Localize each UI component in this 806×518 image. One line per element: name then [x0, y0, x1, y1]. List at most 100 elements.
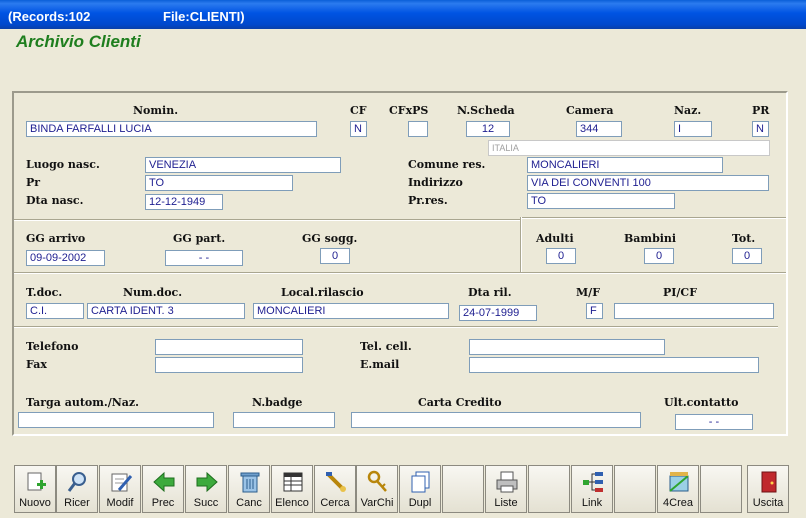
page-title: Archivio Clienti: [16, 32, 141, 51]
label-cf: CF: [350, 104, 367, 117]
find-icon: [326, 472, 346, 492]
create-icon: [669, 472, 689, 492]
pi-cf-field[interactable]: [614, 303, 774, 319]
naz-field[interactable]: I: [674, 121, 712, 137]
dta-ril-field[interactable]: 24-07-1999: [459, 305, 537, 321]
label-luogo-nasc: Luogo nasc.: [26, 158, 100, 171]
label-bambini: Bambini: [624, 232, 677, 245]
bambini-field[interactable]: 0: [644, 248, 674, 264]
nomin-field[interactable]: BINDA FARFALLI LUCIA: [26, 121, 317, 137]
tdoc-field[interactable]: C.I.: [26, 303, 84, 319]
label-cfxps: CFxPS: [389, 104, 429, 117]
label-gg-part: GG part.: [173, 232, 226, 245]
gg-part-field[interactable]: - -: [165, 250, 243, 266]
cfxps-field[interactable]: [408, 121, 428, 137]
label-fax: Fax: [26, 358, 47, 371]
label-tdoc: T.doc.: [26, 286, 63, 299]
adulti-field[interactable]: 0: [546, 248, 576, 264]
uscita-button[interactable]: Uscita: [747, 465, 789, 513]
telefono-field[interactable]: [155, 339, 303, 355]
label-targa: Targa autom./Naz.: [26, 396, 139, 409]
tel-cell-field[interactable]: [469, 339, 665, 355]
divider: [14, 326, 778, 328]
liste-button[interactable]: Liste: [485, 465, 527, 513]
label-num-doc: Num.doc.: [123, 286, 183, 299]
fax-field[interactable]: [155, 357, 303, 373]
email-field[interactable]: [469, 357, 759, 373]
printer-icon: [496, 471, 518, 493]
keys-icon: [367, 470, 387, 492]
label-nomin: Nomin.: [133, 104, 179, 117]
empty-button[interactable]: [442, 465, 484, 513]
luogo-nasc-field[interactable]: VENEZIA: [145, 157, 341, 173]
gg-arrivo-field[interactable]: 09-09-2002: [26, 250, 105, 266]
nbadge-field[interactable]: [233, 412, 335, 428]
label-dta-nasc: Dta nasc.: [26, 194, 84, 207]
ricer-button[interactable]: Ricer: [56, 465, 98, 513]
dupl-button[interactable]: Dupl: [399, 465, 441, 513]
local-rilascio-field[interactable]: MONCALIERI: [253, 303, 449, 319]
list-icon: [283, 472, 303, 492]
cf-field[interactable]: N: [350, 121, 367, 137]
tot-field[interactable]: 0: [732, 248, 762, 264]
label-pr-nasc: Pr: [26, 176, 41, 189]
prec-button[interactable]: Prec: [142, 465, 184, 513]
label-pr-res: Pr.res.: [408, 194, 448, 207]
link-button[interactable]: Link: [571, 465, 613, 513]
label-carta-credito: Carta Credito: [418, 396, 502, 409]
empty-button[interactable]: [614, 465, 656, 513]
cerca-button[interactable]: Cerca: [314, 465, 356, 513]
gg-sogg-field[interactable]: 0: [320, 248, 350, 264]
label-comune-res: Comune res.: [408, 158, 486, 171]
mf-field[interactable]: F: [586, 303, 603, 319]
label-adulti: Adulti: [536, 232, 574, 245]
ult-contatto-field[interactable]: - -: [675, 414, 753, 430]
label-tel-cell: Tel. cell.: [360, 340, 412, 353]
action-toolbar: Nuovo Ricer Modif Prec Succ Canc Elenco …: [10, 465, 796, 513]
label-tot: Tot.: [732, 232, 756, 245]
nazione-display: ITALIA: [488, 140, 770, 156]
pr-res-field[interactable]: TO: [527, 193, 675, 209]
divider: [520, 217, 522, 273]
divider: [522, 217, 786, 219]
label-camera: Camera: [566, 104, 614, 117]
file-name: File:CLIENTI): [163, 9, 245, 24]
canc-button[interactable]: Canc: [228, 465, 270, 513]
dta-nasc-field[interactable]: 12-12-1949: [145, 194, 223, 210]
elenco-button[interactable]: Elenco: [271, 465, 313, 513]
label-email: E.mail: [360, 358, 400, 371]
varchi-button[interactable]: VarChi: [356, 465, 398, 513]
empty-button[interactable]: [700, 465, 742, 513]
link-icon: [583, 472, 603, 492]
indirizzo-field[interactable]: VIA DEI CONVENTI 100: [527, 175, 769, 191]
nuovo-button[interactable]: Nuovo: [14, 465, 56, 513]
label-local-rilascio: Local.rilascio: [281, 286, 364, 299]
exit-icon: [761, 471, 777, 493]
divider: [14, 219, 522, 221]
comune-res-field[interactable]: MONCALIERI: [527, 157, 723, 173]
label-naz: Naz.: [674, 104, 702, 117]
label-gg-sogg: GG sogg.: [302, 232, 358, 245]
pr-field[interactable]: N: [752, 121, 769, 137]
modif-button[interactable]: Modif: [99, 465, 141, 513]
records-count: (Records:102: [8, 9, 91, 24]
num-doc-field[interactable]: CARTA IDENT. 3: [87, 303, 245, 319]
label-pi-cf: PI/CF: [663, 286, 697, 299]
pr-nasc-field[interactable]: TO: [145, 175, 293, 191]
label-nbadge: N.badge: [252, 396, 303, 409]
label-ult-contatto: Ult.contatto: [664, 396, 739, 409]
duplicate-icon: [411, 471, 430, 493]
succ-button[interactable]: Succ: [185, 465, 227, 513]
carta-credito-field[interactable]: [351, 412, 641, 428]
empty-button[interactable]: [528, 465, 570, 513]
nscheda-field[interactable]: 12: [466, 121, 510, 137]
label-gg-arrivo: GG arrivo: [26, 232, 86, 245]
label-mf: M/F: [576, 286, 601, 299]
targa-field[interactable]: [18, 412, 214, 428]
4crea-button[interactable]: 4Crea: [657, 465, 699, 513]
trash-icon: [240, 472, 260, 493]
edit-icon: [111, 473, 133, 492]
arrow-right-icon: [196, 471, 218, 493]
camera-field[interactable]: 344: [576, 121, 622, 137]
label-indirizzo: Indirizzo: [408, 176, 463, 189]
